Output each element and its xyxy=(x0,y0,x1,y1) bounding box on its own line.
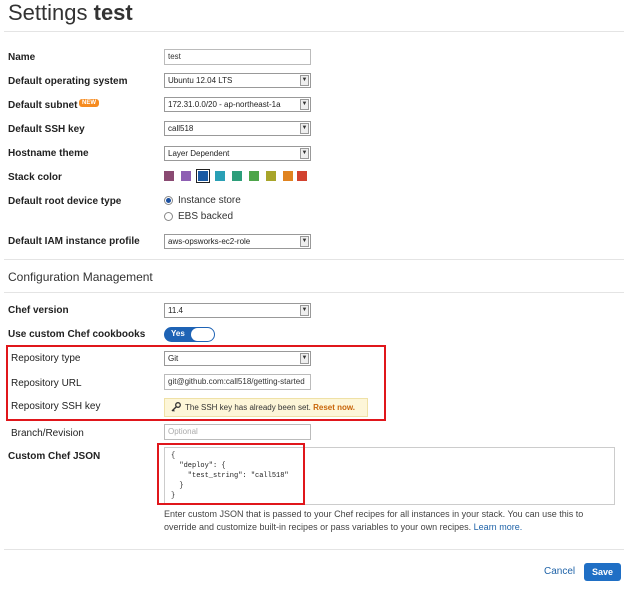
hostname-theme-label: Hostname theme xyxy=(8,148,89,159)
chevron-down-icon: ▼ xyxy=(300,236,309,247)
repo-ssh-key-label: Repository SSH key xyxy=(11,401,101,412)
color-swatch[interactable] xyxy=(215,171,225,181)
ssh-key-select[interactable]: call518 ▼ xyxy=(164,121,311,136)
reset-ssh-key-link[interactable]: Reset now. xyxy=(313,403,355,412)
config-section-title: Configuration Management xyxy=(8,270,153,284)
highlight-box-json xyxy=(157,443,305,505)
branch-label: Branch/Revision xyxy=(11,428,84,439)
branch-input[interactable]: Optional xyxy=(164,424,311,440)
repo-type-value: Git xyxy=(168,354,179,363)
chevron-down-icon: ▼ xyxy=(300,353,309,364)
repo-url-input[interactable]: git@github.com:call518/getting-started xyxy=(164,374,311,390)
repo-type-label: Repository type xyxy=(11,353,81,364)
new-badge: NEW xyxy=(79,99,99,107)
toggle-label: Yes xyxy=(171,329,185,338)
os-select[interactable]: Ubuntu 12.04 LTS ▼ xyxy=(164,73,311,88)
learn-more-link[interactable]: Learn more. xyxy=(474,522,523,532)
color-swatch[interactable] xyxy=(196,169,210,183)
subnet-label: Default subnet xyxy=(8,100,78,111)
radio-instance-store-label: Instance store xyxy=(178,195,241,206)
custom-json-label: Custom Chef JSON xyxy=(8,451,101,462)
color-swatch[interactable] xyxy=(164,171,174,181)
name-input[interactable]: test xyxy=(164,49,311,65)
stack-name: test xyxy=(93,0,133,25)
color-swatch[interactable] xyxy=(283,171,293,181)
iam-profile-label: Default IAM instance profile xyxy=(8,236,140,247)
hostname-theme-value: Layer Dependent xyxy=(168,149,230,158)
hostname-theme-select[interactable]: Layer Dependent ▼ xyxy=(164,146,311,161)
page-title-prefix: Settings xyxy=(8,0,88,25)
stack-color-label: Stack color xyxy=(8,172,62,183)
save-button[interactable]: Save xyxy=(584,563,621,581)
root-device-label: Default root device type xyxy=(8,196,122,207)
page-title: Settings test xyxy=(8,0,133,26)
repo-type-select[interactable]: Git ▼ xyxy=(164,351,311,366)
radio-ebs-backed[interactable] xyxy=(164,212,173,221)
subnet-select[interactable]: 172.31.0.0/20 - ap-northeast-1a ▼ xyxy=(164,97,311,112)
ssh-key-label: Default SSH key xyxy=(8,124,85,135)
chef-version-label: Chef version xyxy=(8,305,69,316)
name-label: Name xyxy=(8,52,36,63)
header-divider xyxy=(4,31,624,32)
section-divider xyxy=(4,292,624,293)
cancel-button[interactable]: Cancel xyxy=(544,566,575,577)
iam-profile-select[interactable]: aws-opsworks-ec2-role ▼ xyxy=(164,234,311,249)
color-swatch[interactable] xyxy=(181,171,191,181)
ssh-key-select-value: call518 xyxy=(168,124,194,133)
iam-profile-value: aws-opsworks-ec2-role xyxy=(168,237,251,246)
subnet-select-value: 172.31.0.0/20 - ap-northeast-1a xyxy=(168,100,281,109)
chevron-down-icon: ▼ xyxy=(300,123,309,134)
radio-instance-store[interactable] xyxy=(164,196,173,205)
ssh-key-message: The SSH key has already been set. xyxy=(185,403,311,412)
ssh-key-notice: The SSH key has already been set. Reset … xyxy=(164,398,368,417)
chef-version-value: 11.4 xyxy=(168,306,183,315)
custom-cookbooks-toggle[interactable]: Yes xyxy=(164,327,215,342)
color-swatch[interactable] xyxy=(266,171,276,181)
os-select-value: Ubuntu 12.04 LTS xyxy=(168,76,233,85)
key-icon xyxy=(171,402,181,412)
toggle-knob xyxy=(191,328,214,341)
chevron-down-icon: ▼ xyxy=(300,75,309,86)
chevron-down-icon: ▼ xyxy=(300,99,309,110)
chevron-down-icon: ▼ xyxy=(300,148,309,159)
chef-version-select[interactable]: 11.4 ▼ xyxy=(164,303,311,318)
color-swatch[interactable] xyxy=(232,171,242,181)
footer-divider xyxy=(4,549,624,550)
repo-url-label: Repository URL xyxy=(11,378,82,389)
radio-ebs-backed-label: EBS backed xyxy=(178,211,234,222)
section-divider xyxy=(4,259,624,260)
custom-json-help: Enter custom JSON that is passed to your… xyxy=(164,508,618,534)
chevron-down-icon: ▼ xyxy=(300,305,309,316)
custom-cookbooks-label: Use custom Chef cookbooks xyxy=(8,329,146,340)
color-swatch[interactable] xyxy=(249,171,259,181)
os-label: Default operating system xyxy=(8,76,128,87)
color-swatch[interactable] xyxy=(297,171,307,181)
